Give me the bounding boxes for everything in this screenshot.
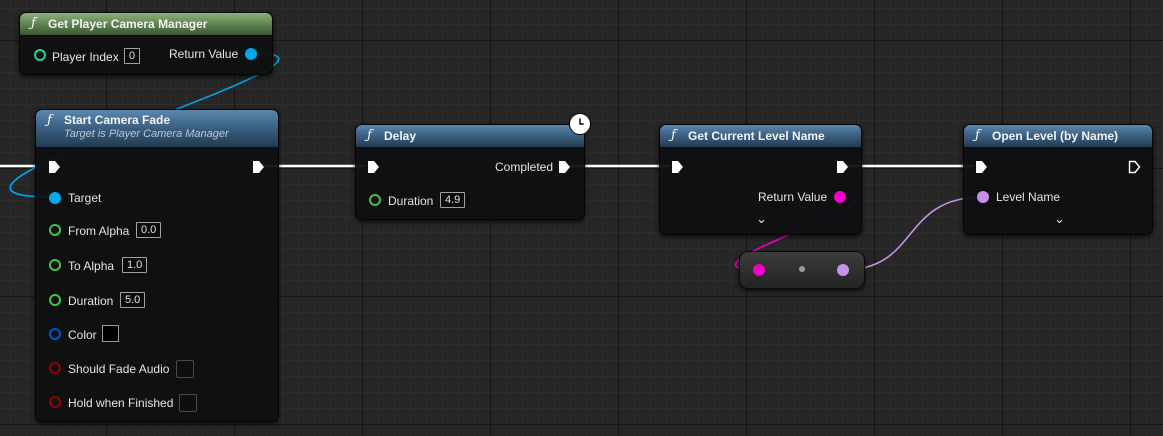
conversion-center-dot — [799, 266, 805, 272]
exec-out-pin[interactable] — [252, 160, 265, 174]
function-icon: ƒ — [367, 128, 372, 143]
function-icon: ƒ — [47, 113, 52, 128]
exec-in-pin[interactable] — [48, 160, 61, 174]
conversion-output-pin[interactable] — [837, 264, 849, 276]
to-alpha-field[interactable]: 1.0 — [122, 257, 148, 273]
duration-label: Duration — [388, 194, 434, 208]
function-icon: ƒ — [31, 16, 36, 31]
should-fade-audio-pin[interactable] — [49, 362, 61, 374]
player-index-field[interactable]: 0 — [124, 48, 141, 64]
expand-chevron-icon[interactable]: ⌄ — [1054, 212, 1065, 225]
node-start-camera-fade[interactable]: ƒ Start Camera Fade Target is Player Cam… — [35, 109, 279, 422]
duration-pin[interactable] — [49, 294, 61, 306]
should-fade-audio-checkbox[interactable] — [176, 360, 194, 378]
node-get-current-level-name[interactable]: ƒ Get Current Level Name Return Value ⌄ — [659, 124, 862, 235]
level-name-pin[interactable] — [977, 191, 989, 203]
exec-out-pin[interactable] — [836, 160, 849, 174]
node-subtitle: Target is Player Camera Manager — [64, 128, 229, 140]
player-index-label: Player Index — [52, 50, 119, 64]
exec-in-pin[interactable] — [671, 160, 684, 174]
node-header: ƒ Get Player Camera Manager — [20, 13, 272, 35]
exec-in-pin[interactable] — [367, 160, 380, 174]
node-title: Start Camera Fade — [64, 113, 171, 127]
return-value-pin[interactable] — [834, 191, 846, 203]
return-value-pin[interactable] — [245, 48, 257, 60]
player-index-pin[interactable] — [34, 49, 46, 61]
completed-label: Completed — [495, 160, 554, 174]
exec-completed-pin[interactable] — [558, 160, 571, 174]
expand-chevron-icon[interactable]: ⌄ — [756, 212, 767, 225]
from-alpha-field[interactable]: 0.0 — [136, 222, 162, 238]
to-alpha-label: To Alpha — [68, 259, 115, 273]
color-swatch[interactable] — [102, 325, 119, 342]
node-title: Get Player Camera Manager — [48, 17, 208, 31]
hold-when-finished-pin[interactable] — [49, 396, 61, 408]
node-open-level-by-name[interactable]: ƒ Open Level (by Name) Level Name ⌄ — [963, 124, 1153, 235]
from-alpha-label: From Alpha — [68, 224, 130, 238]
string-to-name-conversion-node[interactable] — [739, 251, 865, 289]
hold-when-finished-checkbox[interactable] — [179, 394, 197, 412]
return-value-label: Return Value — [758, 190, 828, 204]
node-header: ƒ Delay — [356, 125, 584, 147]
from-alpha-pin[interactable] — [49, 224, 61, 236]
to-alpha-pin[interactable] — [49, 259, 61, 271]
function-icon: ƒ — [671, 128, 676, 143]
level-name-label: Level Name — [996, 190, 1061, 204]
duration-label: Duration — [68, 294, 114, 308]
duration-field[interactable]: 4.9 — [440, 192, 466, 208]
should-fade-audio-label: Should Fade Audio — [68, 362, 170, 376]
duration-field[interactable]: 5.0 — [120, 292, 146, 308]
color-pin[interactable] — [49, 328, 61, 340]
function-icon: ƒ — [975, 128, 980, 143]
exec-in-pin[interactable] — [975, 160, 988, 174]
node-title: Get Current Level Name — [688, 129, 825, 143]
node-delay[interactable]: ƒ Delay Completed Duration 4.9 — [355, 124, 585, 220]
node-header: ƒ Get Current Level Name — [660, 125, 861, 147]
node-header: ƒ Start Camera Fade Target is Player Cam… — [36, 110, 278, 147]
target-label: Target — [68, 191, 102, 205]
node-get-player-camera-manager[interactable]: ƒ Get Player Camera Manager Player Index… — [19, 12, 273, 75]
node-title: Delay — [384, 129, 417, 143]
hold-when-finished-label: Hold when Finished — [68, 396, 174, 410]
exec-out-pin[interactable] — [1128, 160, 1141, 174]
color-label: Color — [68, 328, 97, 342]
target-pin[interactable] — [49, 192, 61, 204]
node-header: ƒ Open Level (by Name) — [964, 125, 1152, 147]
clock-icon — [569, 113, 591, 135]
duration-pin[interactable] — [369, 194, 381, 206]
node-title: Open Level (by Name) — [992, 129, 1119, 143]
return-value-label: Return Value — [169, 47, 239, 61]
conversion-input-pin[interactable] — [753, 264, 765, 276]
